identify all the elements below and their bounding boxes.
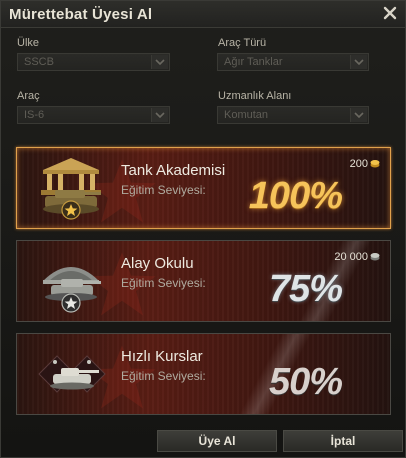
option-price: 20 000 bbox=[334, 251, 368, 263]
vehicle-label: Araç bbox=[17, 90, 40, 102]
country-value: SSCB bbox=[24, 56, 54, 68]
specialization-value: Komutan bbox=[224, 109, 269, 121]
vehicle-type-select[interactable]: Ağır Tanklar bbox=[217, 53, 369, 71]
chevron-down-icon bbox=[350, 55, 367, 69]
training-level-label: Eğitim Seviyesi: bbox=[121, 369, 206, 383]
vehicle-value: IS-6 bbox=[24, 109, 45, 121]
chevron-down-icon bbox=[151, 108, 168, 122]
regiment-hangar-icon bbox=[43, 267, 101, 313]
close-icon[interactable] bbox=[381, 4, 399, 22]
option-tank-academy[interactable]: Tank Akademisi Eğitim Seviyesi: 200 100% bbox=[16, 147, 391, 229]
option-regimental-school[interactable]: Alay Okulu Eğitim Seviyesi: 20 000 75% bbox=[16, 240, 391, 322]
title-bar: Mürettebat Üyesi Al bbox=[1, 1, 405, 28]
chevron-down-icon bbox=[350, 108, 367, 122]
specialization-label: Uzmanlık Alanı bbox=[218, 90, 292, 102]
country-select[interactable]: SSCB bbox=[17, 53, 170, 71]
training-level-label: Eğitim Seviyesi: bbox=[121, 183, 206, 197]
option-name: Alay Okulu bbox=[121, 255, 194, 272]
credits-coin-icon bbox=[370, 253, 380, 261]
academy-building-icon bbox=[41, 158, 101, 220]
vehicle-type-value: Ağır Tanklar bbox=[224, 56, 283, 68]
chevron-down-icon bbox=[151, 55, 168, 69]
training-percent: 50% bbox=[268, 361, 343, 403]
option-price: 200 bbox=[349, 158, 368, 170]
training-level-label: Eğitim Seviyesi: bbox=[121, 276, 206, 290]
country-label: Ülke bbox=[17, 37, 40, 49]
training-percent: 75% bbox=[268, 268, 343, 310]
recruit-button[interactable]: Üye Al bbox=[157, 430, 277, 452]
option-name: Hızlı Kurslar bbox=[121, 348, 203, 365]
specialization-select[interactable]: Komutan bbox=[217, 106, 369, 124]
collar-tabs-tank-icon bbox=[38, 355, 106, 393]
option-fast-courses[interactable]: Hızlı Kurslar Eğitim Seviyesi: 50% bbox=[16, 333, 391, 415]
training-percent: 100% bbox=[248, 175, 343, 217]
option-name: Tank Akademisi bbox=[121, 162, 226, 179]
cancel-button[interactable]: İptal bbox=[283, 430, 403, 452]
recruit-crew-dialog: Mürettebat Üyesi Al Ülke SSCB Araç Türü … bbox=[0, 0, 406, 458]
vehicle-select[interactable]: IS-6 bbox=[17, 106, 170, 124]
dialog-title: Mürettebat Üyesi Al bbox=[9, 6, 153, 23]
gold-coin-icon bbox=[370, 160, 380, 168]
vehicle-type-label: Araç Türü bbox=[218, 37, 267, 49]
